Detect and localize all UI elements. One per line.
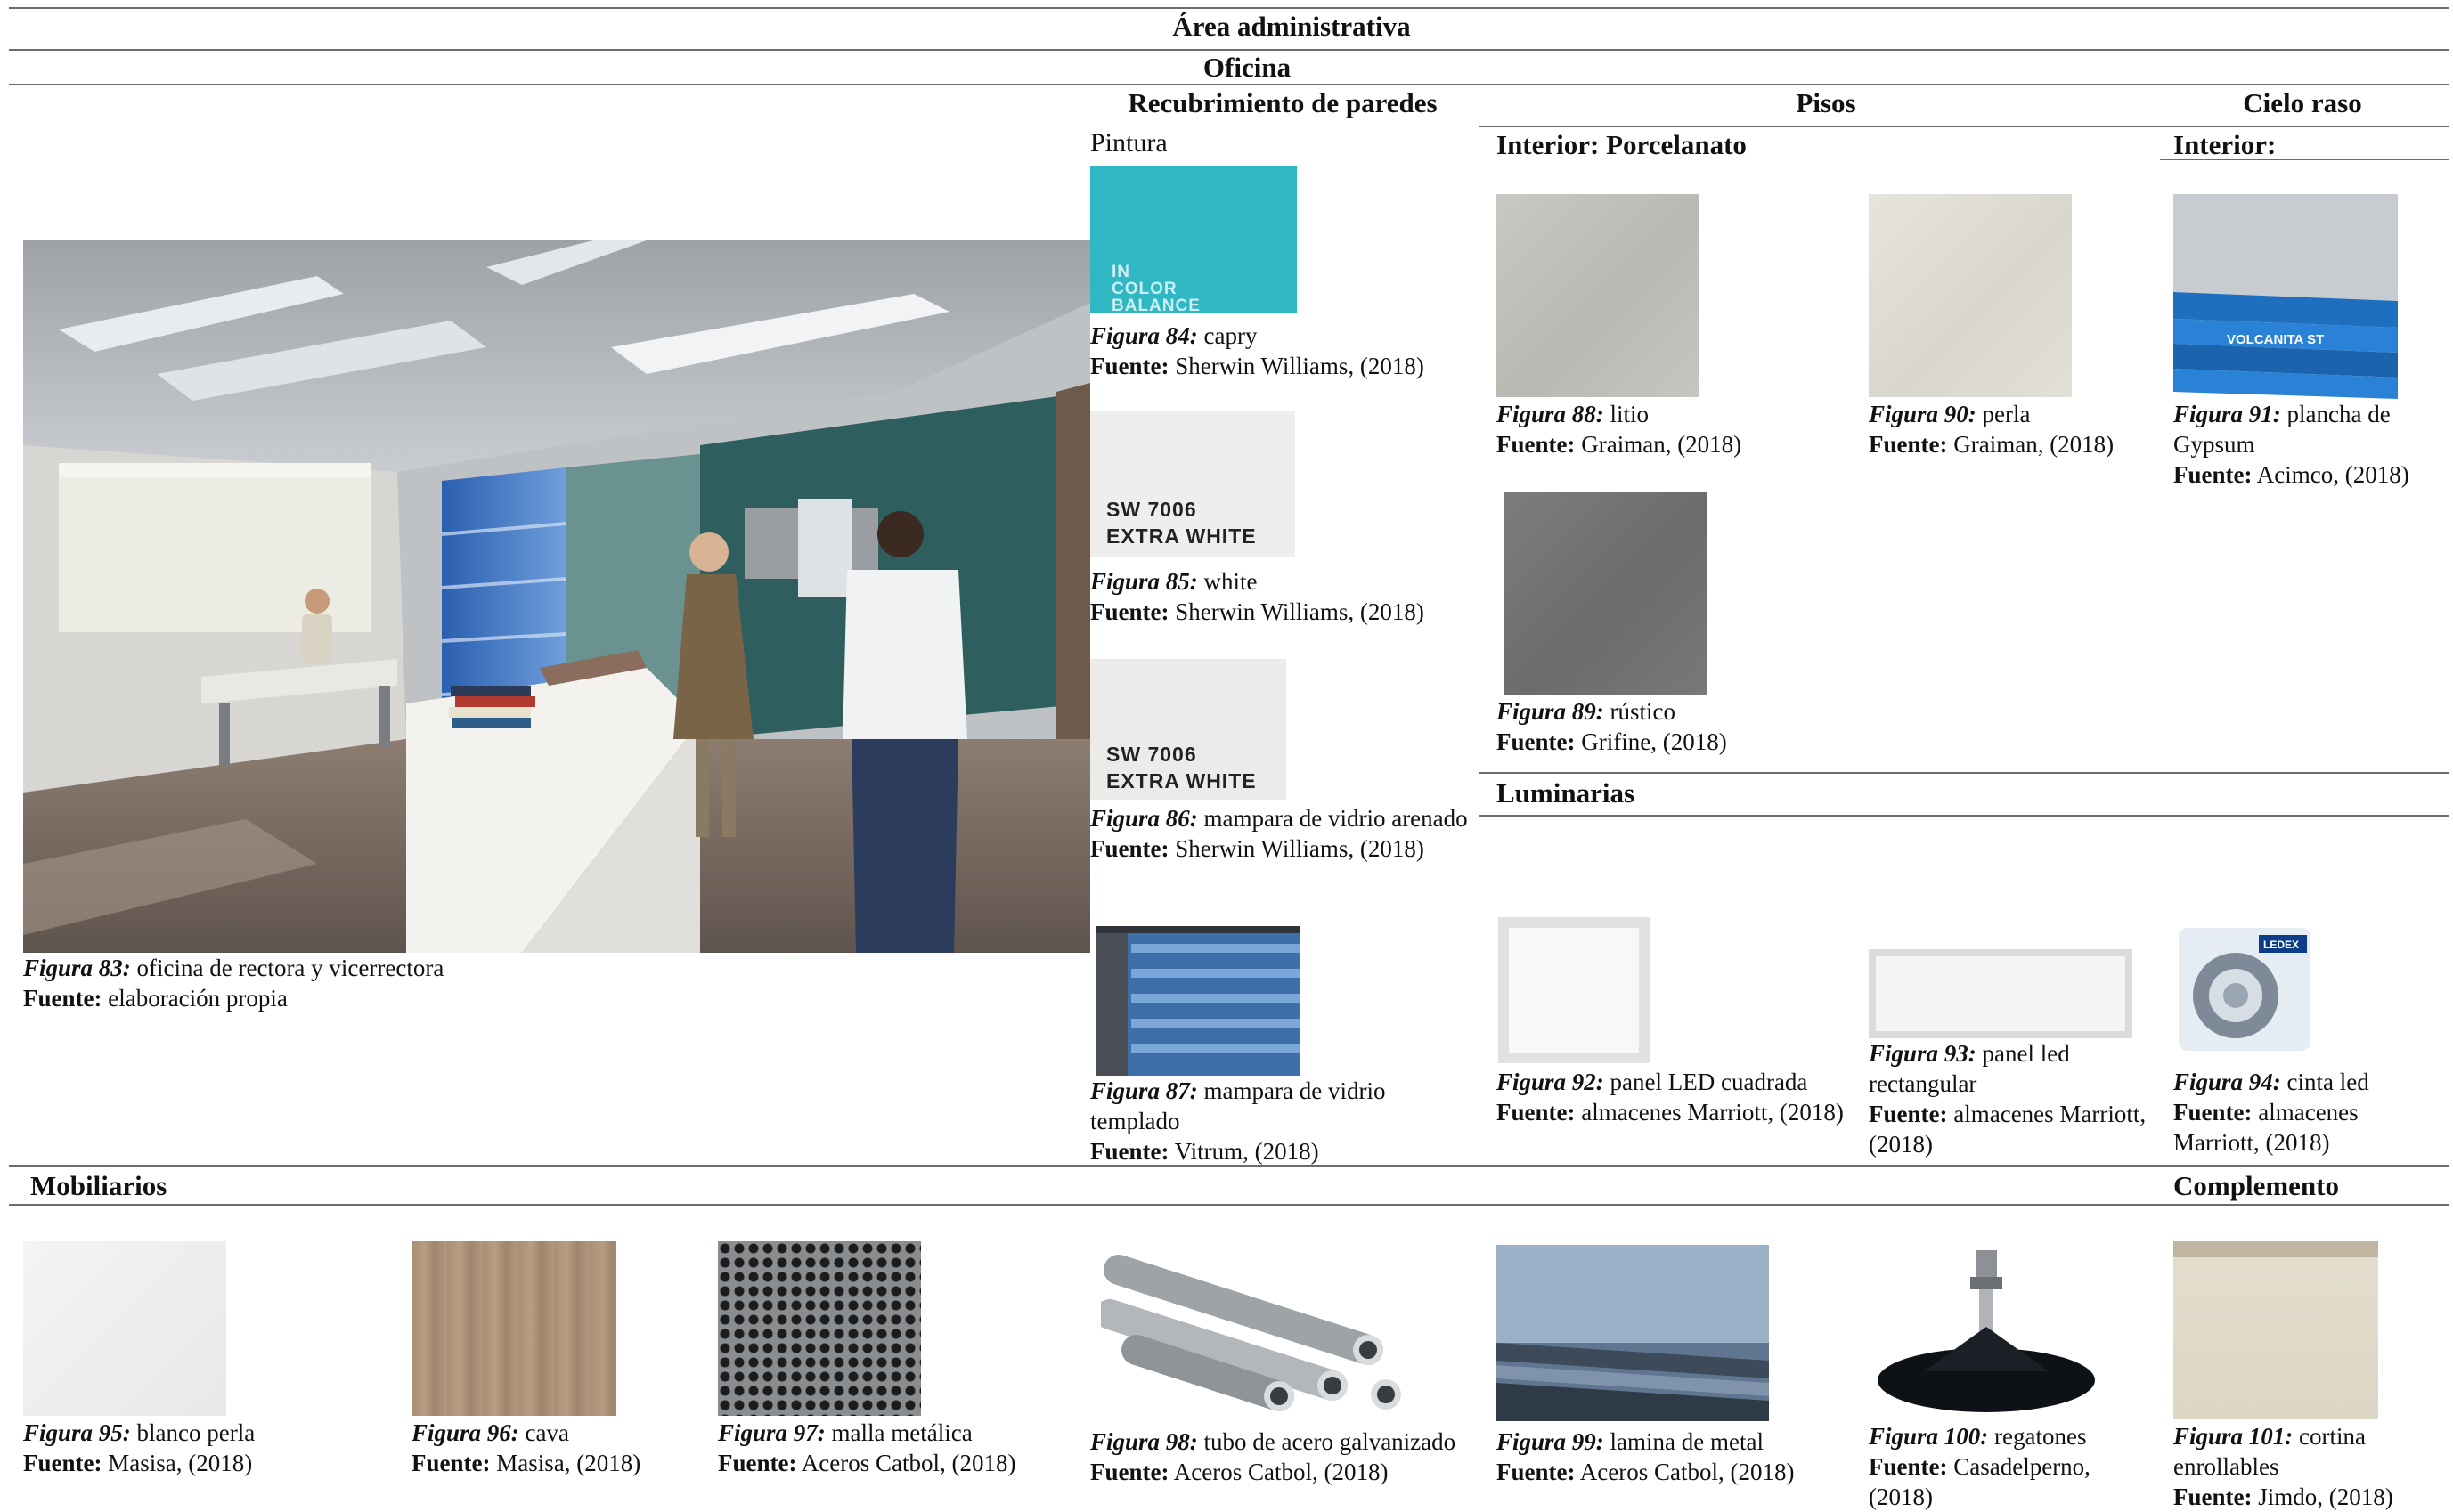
metal-sheet-image: [1496, 1245, 1769, 1421]
ceiling-header: Cielo raso: [2243, 87, 2362, 118]
office-render-image: [23, 240, 1090, 953]
ceiling-interior-header: Interior:: [2173, 129, 2277, 160]
figure-90-caption: Figura 90: perla Fuente: Graiman, (2018): [1869, 401, 2115, 458]
roller-blind-image: [2173, 1241, 2378, 1419]
gypsum-board-image: VOLCANITA ST: [2173, 194, 2398, 399]
lights-header: Luminarias: [1496, 777, 1635, 809]
figure-97-caption: Figura 97: malla metálica Fuente: Aceros…: [718, 1419, 1016, 1476]
figure-93-caption: Figura 93: panel led rectangular Fuente:…: [1869, 1040, 2147, 1158]
rectangular-led-panel-image: [1869, 949, 2132, 1038]
figure-88-caption: Figura 88: litio Fuente: Graiman, (2018): [1496, 401, 1742, 458]
gypsum-brand-text: VOLCANITA ST: [2227, 332, 2324, 347]
metal-mesh-image: [718, 1241, 921, 1416]
leveling-foot-image: [1870, 1247, 2102, 1418]
floor-interior-header: Interior: Porcelanato: [1496, 129, 1747, 160]
figure-84-caption: Figura 84: capry Fuente: Sherwin William…: [1090, 322, 1424, 379]
rule-office: [9, 84, 2449, 85]
figure-89-caption: Figura 89: rústico Fuente: Grifine, (201…: [1496, 698, 1727, 755]
rule-lights-bottom: [1479, 815, 2449, 817]
rule-area: [9, 49, 2449, 51]
figure-94-caption: Figura 94: cinta led Fuente: almacenes M…: [2173, 1069, 2369, 1156]
complement-header: Complemento: [2173, 1170, 2339, 1201]
blanco-perla-image: [23, 1241, 226, 1416]
figure-96-caption: Figura 96: cava Fuente: Masisa, (2018): [412, 1419, 641, 1476]
figure-100-caption: Figura 100: regatones Fuente: Casadelper…: [1869, 1423, 2090, 1510]
figure-95-caption: Figura 95: blanco perla Fuente: Masisa, …: [23, 1419, 256, 1476]
figure-98-caption: Figura 98: tubo de acero galvanizado Fue…: [1090, 1428, 1456, 1485]
extra-white-swatch-2: SW 7006 EXTRA WHITE: [1090, 659, 1286, 800]
figure-99-caption: Figura 99: lamina de metal Fuente: Acero…: [1496, 1428, 1795, 1485]
figure-101-caption: Figura 101: cortina enrollables Fuente: …: [2173, 1423, 2393, 1510]
floors-header: Pisos: [1796, 87, 1856, 118]
furniture-header: Mobiliarios: [30, 1170, 167, 1201]
square-led-panel-image: [1498, 917, 1650, 1063]
figure-91-caption: Figura 91: plancha de Gypsum Fuente: Aci…: [2173, 401, 2409, 488]
walls-header: Recubrimiento de paredes: [1128, 87, 1438, 118]
perla-tile-image: [1869, 194, 2072, 397]
rule-lights-top: [1479, 772, 2449, 774]
rustico-tile-image: [1504, 492, 1707, 695]
tempered-glass-image: [1096, 926, 1300, 1076]
figure-92-caption: Figura 92: panel LED cuadrada Fuente: al…: [1496, 1069, 1844, 1126]
rule-categories: [1479, 126, 2449, 127]
ledex-brand-text: LEDEX: [2263, 939, 2299, 951]
area-title: Área administrativa: [1172, 11, 1411, 42]
figure-87-caption: Figura 87: mampara de vidrio templado Fu…: [1090, 1077, 1386, 1165]
rule-top: [9, 7, 2449, 9]
space-title: Oficina: [1202, 52, 1292, 83]
paint-label: Pintura: [1090, 128, 1168, 158]
capry-swatch: IN COLOR BALANCE: [1090, 166, 1297, 313]
litio-tile-image: [1496, 194, 1699, 397]
figure-86-caption: Figura 86: mampara de vidrio arenado Fue…: [1090, 805, 1468, 862]
figure-83-caption: Figura 83: oficina de rectora y vicerrec…: [23, 955, 444, 1012]
rule-furniture-bottom: [9, 1204, 2449, 1206]
led-strip-image: LEDEX: [2173, 923, 2316, 1056]
figure-85-caption: Figura 85: white Fuente: Sherwin William…: [1090, 568, 1424, 625]
cava-wood-image: [412, 1241, 616, 1416]
steel-tubes-image: [1101, 1243, 1413, 1418]
extra-white-swatch-1: SW 7006 EXTRA WHITE: [1090, 411, 1295, 557]
